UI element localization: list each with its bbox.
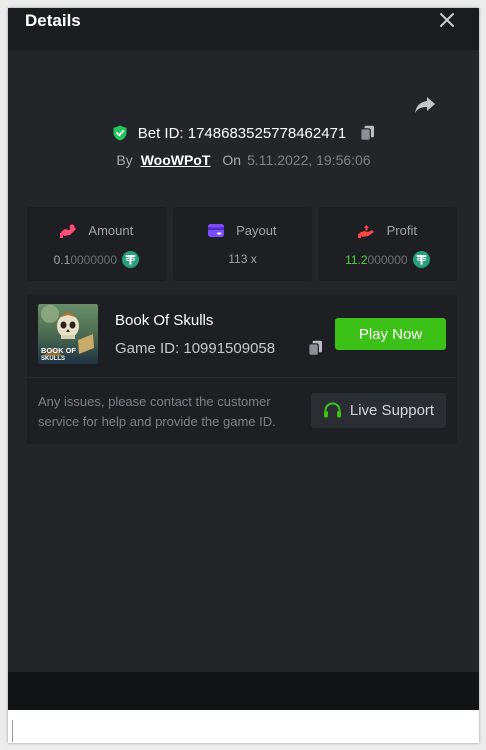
screenshot-frame: Details Bet ID: 1748683525778462471 By Wo…: [8, 8, 479, 743]
help-text: Any issues, please contact the customer …: [38, 394, 276, 429]
copy-icon[interactable]: [360, 125, 375, 141]
tether-coin-icon: [122, 251, 140, 268]
verified-shield-icon: [113, 125, 127, 141]
bet-details-modal: Details Bet ID: 1748683525778462471 By Wo…: [8, 8, 479, 672]
amount-card: Amount 0.10000000: [27, 207, 166, 281]
live-support-label: Live Support: [349, 402, 435, 419]
bet-date: 5.11.2022, 19:56:06: [247, 152, 371, 168]
copy-icon[interactable]: [308, 340, 323, 356]
game-thumbnail[interactable]: BOOK OF SKULLS: [38, 304, 98, 364]
profit-hand-icon: [358, 224, 375, 238]
close-icon[interactable]: [437, 10, 457, 30]
input-strip[interactable]: [8, 710, 479, 743]
on-label: On: [222, 152, 242, 168]
username-link[interactable]: WooWPoT: [141, 152, 211, 168]
wallet-card-icon: [208, 224, 225, 238]
amount-label: Amount: [88, 223, 134, 239]
amount-hand-icon: [59, 224, 76, 238]
live-support-button[interactable]: Live Support: [311, 393, 446, 428]
thumb-title-2: SKULLS: [41, 356, 65, 362]
play-now-button[interactable]: Play Now: [335, 318, 446, 350]
modal-header: Details: [8, 8, 479, 50]
payout-card: Payout 113 x: [173, 207, 312, 281]
thumb-title-1: BOOK OF: [41, 346, 76, 355]
bet-id: Bet ID: 1748683525778462471: [137, 124, 347, 142]
game-card: BOOK OF SKULLS Book Of Skulls Game ID: 1…: [27, 294, 457, 444]
divider: [27, 377, 457, 378]
share-icon[interactable]: [414, 96, 436, 114]
amount-value-dim: 0000000: [70, 252, 118, 267]
tether-coin-icon: [412, 251, 430, 268]
text-caret: [12, 720, 13, 742]
profit-label: Profit: [386, 223, 417, 239]
amount-value-main: 0.1: [53, 252, 71, 267]
payout-label: Payout: [236, 223, 277, 239]
profit-value-dim: 000000: [367, 252, 408, 267]
payout-value: 113 x: [228, 251, 257, 266]
by-label: By: [116, 152, 133, 168]
game-name: Book Of Skulls: [115, 312, 214, 329]
bottom-bar: [8, 672, 479, 710]
game-id: Game ID: 10991509058: [115, 340, 276, 357]
bet-meta-line: By WooWPoT On 5.11.2022, 19:56:06: [8, 152, 479, 168]
profit-card: Profit 11.2000000: [318, 207, 457, 281]
bet-id-line: Bet ID: 1748683525778462471: [8, 124, 479, 142]
modal-title: Details: [25, 11, 81, 30]
headset-icon: [323, 402, 341, 418]
profit-value-main: 11.2: [345, 252, 368, 267]
